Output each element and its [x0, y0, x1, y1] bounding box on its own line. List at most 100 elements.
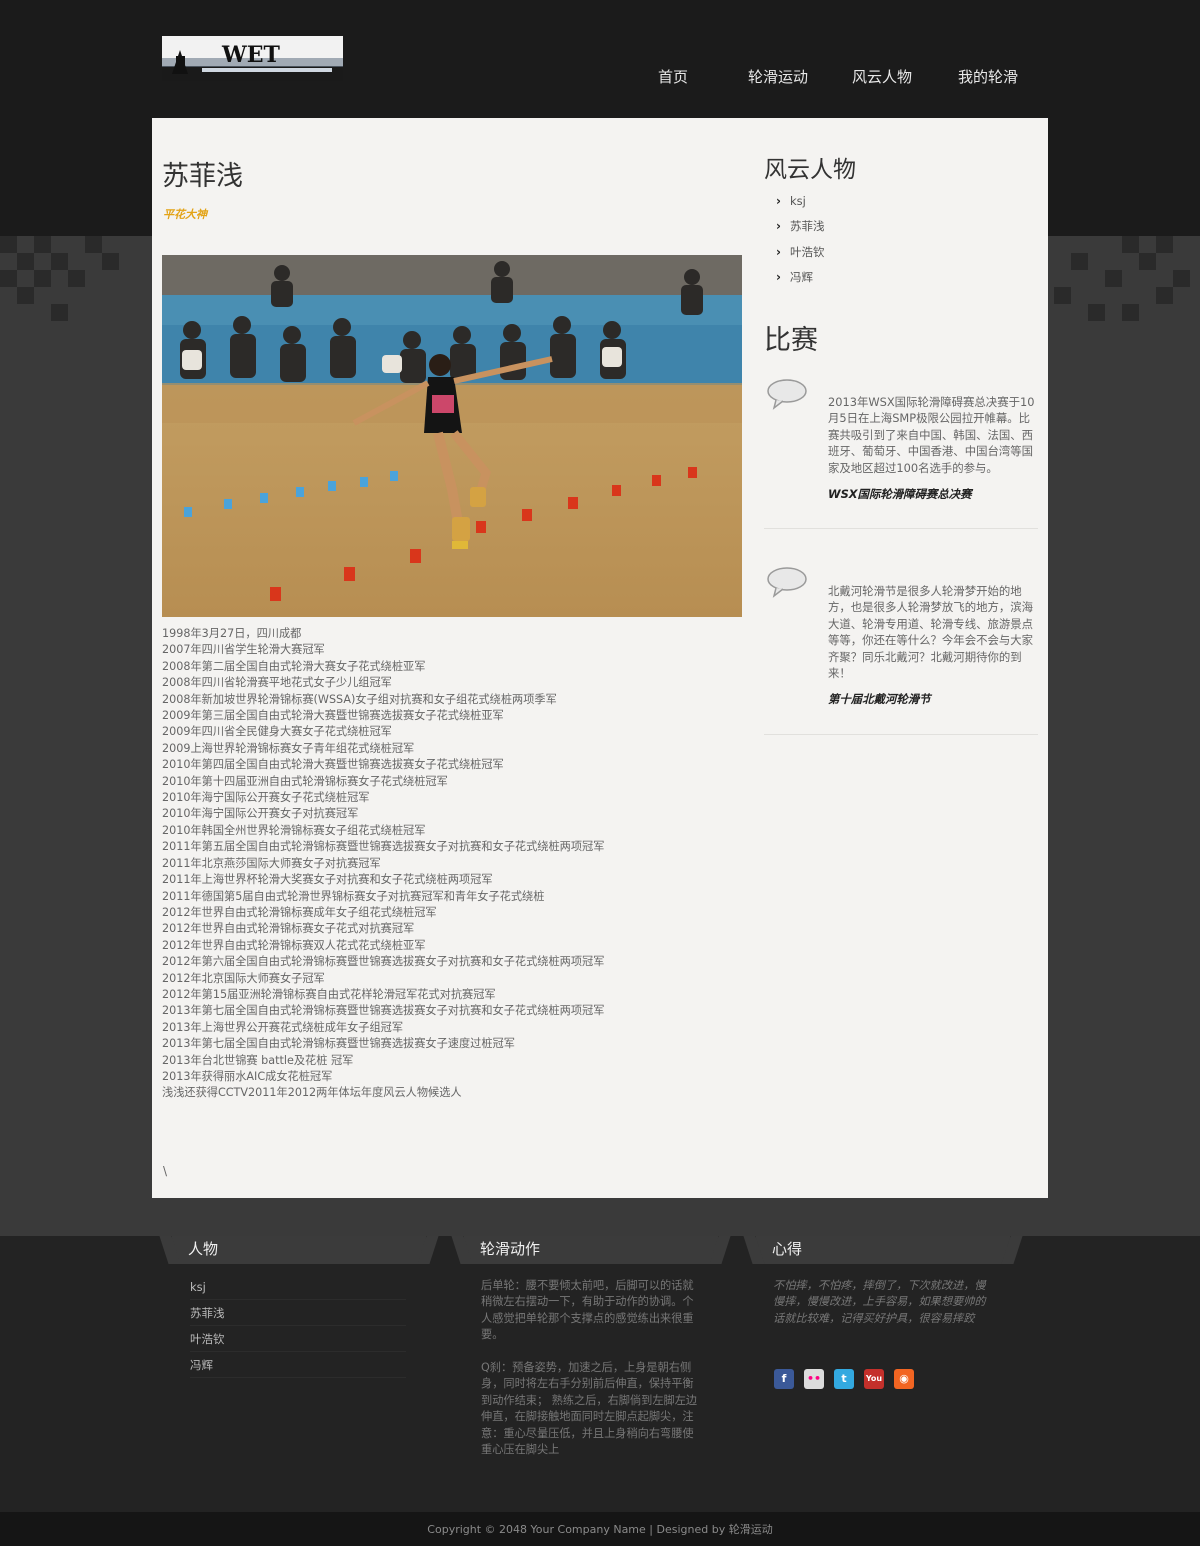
bio-line: 2011年上海世界杯轮滑大奖赛女子对抗赛和女子花式绕桩两项冠军: [162, 873, 493, 887]
checker-cell: [34, 270, 51, 287]
footer-people-item[interactable]: 冯辉: [190, 1352, 406, 1378]
chevron-right-icon: ›: [776, 244, 781, 259]
footer-moves-text-1: 后单轮：腰不要倾太前吧，后脚可以的话就稍微左右摆动一下，有助于动作的协调。个人感…: [481, 1279, 694, 1342]
checker-cell: [1071, 253, 1088, 270]
chevron-right-icon: ›: [776, 193, 781, 208]
checker-cell: [1105, 270, 1122, 287]
checker-cell: [0, 236, 17, 253]
chevron-right-icon: ›: [776, 219, 781, 234]
flickr-icon[interactable]: ••: [804, 1369, 824, 1389]
event-description: 2013年WSX国际轮滑障碍赛总决赛于10月5日在上海SMP极限公园拉开帷幕。比…: [828, 395, 1035, 475]
social-links: f •• t You ◉: [774, 1369, 914, 1389]
bio-line: 浅浅还获得CCTV2011年2012两年体坛年度风云人物候选人: [162, 1086, 462, 1100]
nav-roller-sports[interactable]: 轮滑运动: [748, 66, 848, 87]
events-heading: 比赛: [764, 325, 818, 356]
checker-cell: [51, 253, 68, 270]
bio-line: 2008年四川省轮滑赛平地花式女子少儿组冠军: [162, 676, 392, 690]
rss-icon[interactable]: ◉: [894, 1369, 914, 1389]
event-description: 北戴河轮滑节是很多人轮滑梦开始的地方，也是很多人轮滑梦放飞的地方，滨海大道、轮滑…: [828, 584, 1034, 681]
checker-cell: [102, 253, 119, 270]
checker-cell: [17, 287, 34, 304]
footer-tab-tips: 心得: [756, 1236, 1010, 1264]
footer-people-list: ksj 苏菲浅 叶浩钦 冯辉: [190, 1274, 406, 1378]
youtube-icon[interactable]: You: [864, 1369, 884, 1389]
checker-cell: [1122, 304, 1139, 321]
checker-cell: [51, 304, 68, 321]
facebook-icon[interactable]: f: [774, 1369, 794, 1389]
footer-tab-people: 人物: [172, 1236, 426, 1264]
bio-line: 2007年四川省学生轮滑大赛冠军: [162, 643, 325, 657]
divider: [764, 734, 1038, 735]
checker-cell: [34, 236, 51, 253]
people-item[interactable]: › ksj: [776, 188, 825, 214]
people-list: › ksj › 苏菲浅 › 叶浩钦 › 冯辉: [776, 188, 825, 290]
page-subtitle: 平花大神: [163, 208, 207, 221]
athlete-bio: 1998年3月27日，四川成都 2007年四川省学生轮滑大赛冠军 2008年第二届全…: [162, 626, 742, 1102]
bio-line: 2013年获得丽水AIC成女花桩冠军: [162, 1069, 333, 1083]
twitter-icon[interactable]: t: [834, 1369, 854, 1389]
checker-cell: [17, 253, 34, 270]
event-link[interactable]: WSX国际轮滑障碍赛总决赛: [828, 486, 971, 502]
bio-line: 2010年海宁国际公开赛女子花式绕桩冠军: [162, 791, 370, 805]
bio-line: 2013年台北世锦赛 battle及花桩 冠军: [162, 1053, 354, 1067]
footer-tips-text: 不怕摔，不怕疼，摔倒了，下次就改进，慢慢摔，慢慢改进，上手容易，如果想要帅的话就…: [773, 1279, 986, 1325]
trailing-char: \: [163, 1164, 168, 1178]
divider: [764, 528, 1038, 529]
bio-line: 2012年北京国际大师赛女子冠军: [162, 971, 325, 985]
bio-line: 2012年世界自由式轮滑锦标赛女子花式对抗赛冠军: [162, 922, 415, 936]
bio-line: 2013年第七届全国自由式轮滑锦标赛暨世锦赛选拔赛女子对抗赛和女子花式绕桩两项冠…: [162, 1004, 605, 1018]
people-item[interactable]: › 叶浩钦: [776, 239, 825, 265]
people-item[interactable]: › 冯辉: [776, 265, 825, 291]
copyright-text: Copyright © 2048 Your Company Name | Des…: [427, 1523, 773, 1536]
bio-line: 2010年第四届全国自由式轮滑大赛暨世锦赛选拔赛女子花式绕桩冠军: [162, 758, 504, 772]
bio-line: 2010年韩国全州世界轮滑锦标赛女子组花式绕桩冠军: [162, 823, 426, 837]
people-item-label: 冯辉: [790, 270, 813, 285]
nav-my-skating[interactable]: 我的轮滑: [958, 66, 1058, 87]
event-link[interactable]: 第十届北戴河轮滑节: [828, 691, 931, 707]
footer-moves-text-2: Q刹：预备姿势，加速之后，上身是朝右侧身，同时将左右手分别前后伸直，保持平衡到动…: [481, 1361, 698, 1457]
bio-line: 2009年四川省全民健身大赛女子花式绕桩冠军: [162, 725, 392, 739]
bio-line: 2012年第15届亚洲轮滑锦标赛自由式花样轮滑冠军花式对抗赛冠军: [162, 987, 496, 1001]
people-item-label: 苏菲浅: [790, 219, 825, 234]
people-item[interactable]: › 苏菲浅: [776, 214, 825, 240]
bio-line: 2009上海世界轮滑锦标赛女子青年组花式绕桩冠军: [162, 741, 415, 755]
checker-cell: [0, 270, 17, 287]
footer-title: 轮滑动作: [480, 1240, 541, 1258]
speech-bubble-icon: [767, 567, 807, 598]
chevron-right-icon: ›: [776, 270, 781, 285]
bio-line: 2013年第七届全国自由式轮滑锦标赛暨世锦赛选拔赛女子速度过桩冠军: [162, 1037, 515, 1051]
checker-cell: [85, 236, 102, 253]
nav-people[interactable]: 风云人物: [852, 66, 952, 87]
bio-line: 2009年第三届全国自由式轮滑大赛暨世锦赛选拔赛女子花式绕桩亚军: [162, 709, 504, 723]
checker-cell: [1088, 304, 1105, 321]
checker-cell: [1054, 287, 1071, 304]
bio-line: 2010年第十四届亚洲自由式轮滑锦标赛女子花式绕桩冠军: [162, 774, 448, 788]
bio-line: 1998年3月27日，四川成都: [162, 627, 302, 640]
checker-cell: [1122, 236, 1139, 253]
bio-line: 2011年第五届全国自由式轮滑锦标赛暨世锦赛选拔赛女子对抗赛和女子花式绕桩两项冠…: [162, 840, 605, 854]
speech-bubble-icon: [767, 379, 807, 410]
bio-line: 2013年上海世界公开赛花式绕桩成年女子组冠军: [162, 1020, 404, 1034]
site-logo[interactable]: WET: [162, 36, 343, 81]
checker-cell: [1173, 270, 1190, 287]
footer-people-item[interactable]: ksj: [190, 1274, 406, 1300]
footer-people-item[interactable]: 叶浩钦: [190, 1326, 406, 1352]
bio-line: 2012年世界自由式轮滑锦标赛双人花式花式绕桩亚军: [162, 938, 426, 952]
nav-home[interactable]: 首页: [658, 66, 718, 87]
bio-line: 2012年世界自由式轮滑锦标赛成年女子组花式绕桩冠军: [162, 905, 437, 919]
people-item-label: 叶浩钦: [790, 244, 825, 259]
footer-tab-moves: 轮滑动作: [464, 1236, 718, 1264]
checker-cell: [1156, 236, 1173, 253]
bio-line: 2011年德国第5届自由式轮滑世界锦标赛女子对抗赛冠军和青年女子花式绕桩: [162, 889, 545, 903]
footer-title: 人物: [188, 1240, 219, 1258]
bio-line: 2008年新加坡世界轮滑锦标赛(WSSA)女子组对抗赛和女子组花式绕桩两项季军: [162, 692, 557, 706]
content-panel: 苏菲浅 平花大神 1998年3月27日，四川成都 2007年四川省学生轮滑大赛冠…: [152, 118, 1048, 1198]
footer-people-item[interactable]: 苏菲浅: [190, 1300, 406, 1326]
bio-line: 2012年第六届全国自由式轮滑锦标赛暨世锦赛选拔赛女子对抗赛和女子花式绕桩两项冠…: [162, 955, 605, 969]
athlete-photo: [162, 255, 742, 617]
checker-cell: [1156, 287, 1173, 304]
bio-line: 2010年海宁国际公开赛女子对抗赛冠军: [162, 807, 359, 821]
bio-line: 2011年北京燕莎国际大师赛女子对抗赛冠军: [162, 856, 381, 870]
people-heading: 风云人物: [764, 157, 856, 183]
checker-cell: [1139, 253, 1156, 270]
